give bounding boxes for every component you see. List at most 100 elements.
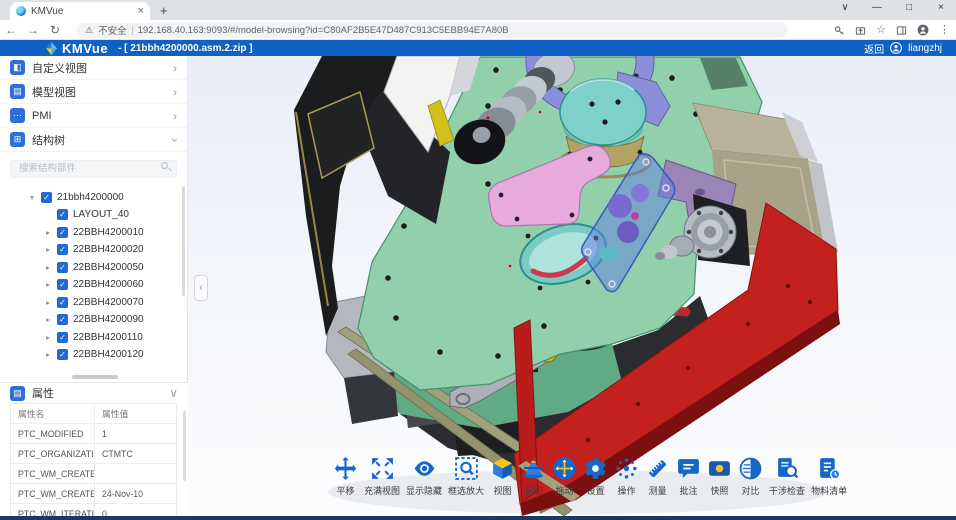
annotate-icon: [676, 456, 701, 481]
address-bar[interactable]: ⚠ 不安全 192.168.40.163:9093/#/model-browsi…: [76, 23, 788, 38]
username[interactable]: liangzhj: [908, 43, 942, 54]
compare-icon: [738, 456, 763, 481]
properties-header[interactable]: ▤ 属性 ∨: [0, 383, 188, 403]
tree-node[interactable]: ▸ ✓ 22BBH4200020: [0, 241, 187, 259]
interference-check-button[interactable]: 干涉检查: [769, 456, 805, 497]
settings-button[interactable]: 设置: [583, 456, 608, 497]
horizontal-scrollbar[interactable]: [72, 375, 118, 379]
expander-right-icon[interactable]: ▸: [44, 280, 52, 289]
expander-right-icon[interactable]: ▸: [44, 263, 52, 272]
window-maximize-button[interactable]: □: [902, 2, 916, 13]
tree-node[interactable]: ▸ ✓ 22BBH4200090: [0, 311, 187, 329]
tree-node[interactable]: ✓ LAYOUT_40: [0, 206, 187, 224]
annotate-button[interactable]: 批注: [676, 456, 701, 497]
tree-node-root[interactable]: ▾ ✓ 21bbh4200000: [0, 189, 187, 207]
browser-tab[interactable]: KMVue ×: [10, 2, 150, 20]
prop-value: [95, 464, 176, 483]
chevron-right-icon: ›: [173, 62, 177, 74]
pan-icon: [333, 456, 358, 481]
panel-label: PMI: [32, 110, 166, 122]
tree-node[interactable]: ▸ ✓ 22BBH4200120: [0, 346, 187, 364]
tree-node[interactable]: ▸ ✓ 22BBH4200070: [0, 294, 187, 312]
measure-icon: [645, 456, 670, 481]
section-button[interactable]: 剖切: [521, 456, 546, 497]
send-to-device-icon[interactable]: [855, 25, 866, 36]
tree-scrollbar[interactable]: [182, 186, 185, 296]
measure-button[interactable]: 测量: [645, 456, 670, 497]
bookmark-star-icon[interactable]: ☆: [876, 25, 886, 36]
side-panel-icon[interactable]: [896, 25, 907, 36]
expander-right-icon[interactable]: ▸: [44, 228, 52, 237]
back-button[interactable]: 返回: [864, 41, 884, 56]
properties-scrollbar[interactable]: [183, 411, 186, 481]
checkbox-checked[interactable]: ✓: [57, 209, 68, 220]
panel-custom-views[interactable]: ◧ 自定义视图 ›: [0, 56, 187, 80]
tree-node-label: 22BBH4200090: [73, 314, 144, 325]
sidebar-collapse-button[interactable]: ‹: [194, 275, 208, 301]
pmi-icon: ⋯: [10, 108, 25, 123]
prop-value: 1: [95, 424, 176, 443]
window-menu-icon[interactable]: ∨: [838, 2, 852, 13]
box-zoom-icon: [454, 456, 479, 481]
profile-avatar-icon[interactable]: [917, 24, 929, 36]
checkbox-checked[interactable]: ✓: [57, 279, 68, 290]
forward-icon[interactable]: →: [22, 23, 44, 37]
window-minimize-button[interactable]: —: [870, 2, 884, 13]
toolbar-label: 显示隐藏: [406, 484, 442, 497]
view-cube-button[interactable]: 视图: [490, 456, 515, 497]
pan-button[interactable]: 平移: [333, 456, 358, 497]
structure-tree: ▾ ✓ 21bbh4200000 ✓ LAYOUT_40 ▸ ✓ 22BBH42…: [0, 184, 187, 364]
prop-name: PTC_WM_CREATED_...: [11, 484, 95, 503]
tree-node[interactable]: ▸ ✓ 22BBH4200110: [0, 329, 187, 347]
drag-button[interactable]: 拖动: [552, 456, 577, 497]
3d-model[interactable]: [188, 56, 956, 516]
toolbar-label: 平移: [336, 484, 354, 497]
tree-node-label: 22BBH4200120: [73, 349, 144, 360]
expander-down-icon[interactable]: ▾: [28, 193, 36, 202]
checkbox-checked[interactable]: ✓: [57, 332, 68, 343]
expander-right-icon[interactable]: ▸: [44, 298, 52, 307]
checkbox-checked[interactable]: ✓: [57, 349, 68, 360]
panel-pmi[interactable]: ⋯ PMI ›: [0, 104, 187, 128]
checkbox-checked[interactable]: ✓: [57, 227, 68, 238]
bom-button[interactable]: 物料清单: [811, 456, 847, 497]
checkbox-checked[interactable]: ✓: [57, 297, 68, 308]
checkbox-checked[interactable]: ✓: [57, 262, 68, 273]
new-tab-button[interactable]: +: [160, 3, 168, 18]
fit-view-button[interactable]: 充满视图: [364, 456, 400, 497]
model-viewport[interactable]: ‹ 平移 充满视图 显示隐藏 框选放大 视图: [188, 56, 956, 516]
checkbox-checked[interactable]: ✓: [41, 192, 52, 203]
tree-node-label: LAYOUT_40: [73, 209, 129, 220]
tree-node[interactable]: ▸ ✓ 22BBH4200010: [0, 224, 187, 242]
checkbox-checked[interactable]: ✓: [57, 244, 68, 255]
checkbox-checked[interactable]: ✓: [57, 314, 68, 325]
snapshot-icon: [707, 456, 732, 481]
search-input[interactable]: [10, 160, 177, 178]
tree-node[interactable]: ▸ ✓ 22BBH4200060: [0, 276, 187, 294]
window-close-button[interactable]: ×: [934, 2, 948, 13]
expander-right-icon[interactable]: ▸: [44, 333, 52, 342]
tree-node-label: 22BBH4200020: [73, 244, 144, 255]
expander-right-icon[interactable]: ▸: [44, 245, 52, 254]
tree-node[interactable]: ▸ ✓ 22BBH4200050: [0, 259, 187, 277]
key-icon[interactable]: [834, 25, 845, 36]
panel-structure-tree[interactable]: ⊞ 结构树 ›: [0, 128, 187, 152]
panel-label: 结构树: [32, 132, 166, 148]
expander-right-icon[interactable]: ▸: [44, 315, 52, 324]
tab-title: KMVue: [31, 6, 133, 17]
box-zoom-button[interactable]: 框选放大: [448, 456, 484, 497]
expander-right-icon[interactable]: ▸: [44, 350, 52, 359]
chevron-right-icon: ›: [173, 110, 177, 122]
tab-close-icon[interactable]: ×: [138, 5, 144, 17]
tree-node-label: 21bbh4200000: [57, 192, 124, 203]
user-avatar-icon[interactable]: [890, 42, 902, 54]
panel-model-views[interactable]: ▤ 模型视图 ›: [0, 80, 187, 104]
properties-table: 属性名 属性值 PTC_MODIFIED 1 PTC_ORGANIZATIO..…: [10, 403, 177, 520]
back-icon[interactable]: ←: [0, 23, 22, 37]
show-hide-button[interactable]: 显示隐藏: [406, 456, 442, 497]
operate-button[interactable]: 操作: [614, 456, 639, 497]
reload-icon[interactable]: ↻: [44, 23, 66, 37]
compare-button[interactable]: 对比: [738, 456, 763, 497]
snapshot-button[interactable]: 快照: [707, 456, 732, 497]
browser-menu-icon[interactable]: ⋮: [939, 25, 950, 36]
